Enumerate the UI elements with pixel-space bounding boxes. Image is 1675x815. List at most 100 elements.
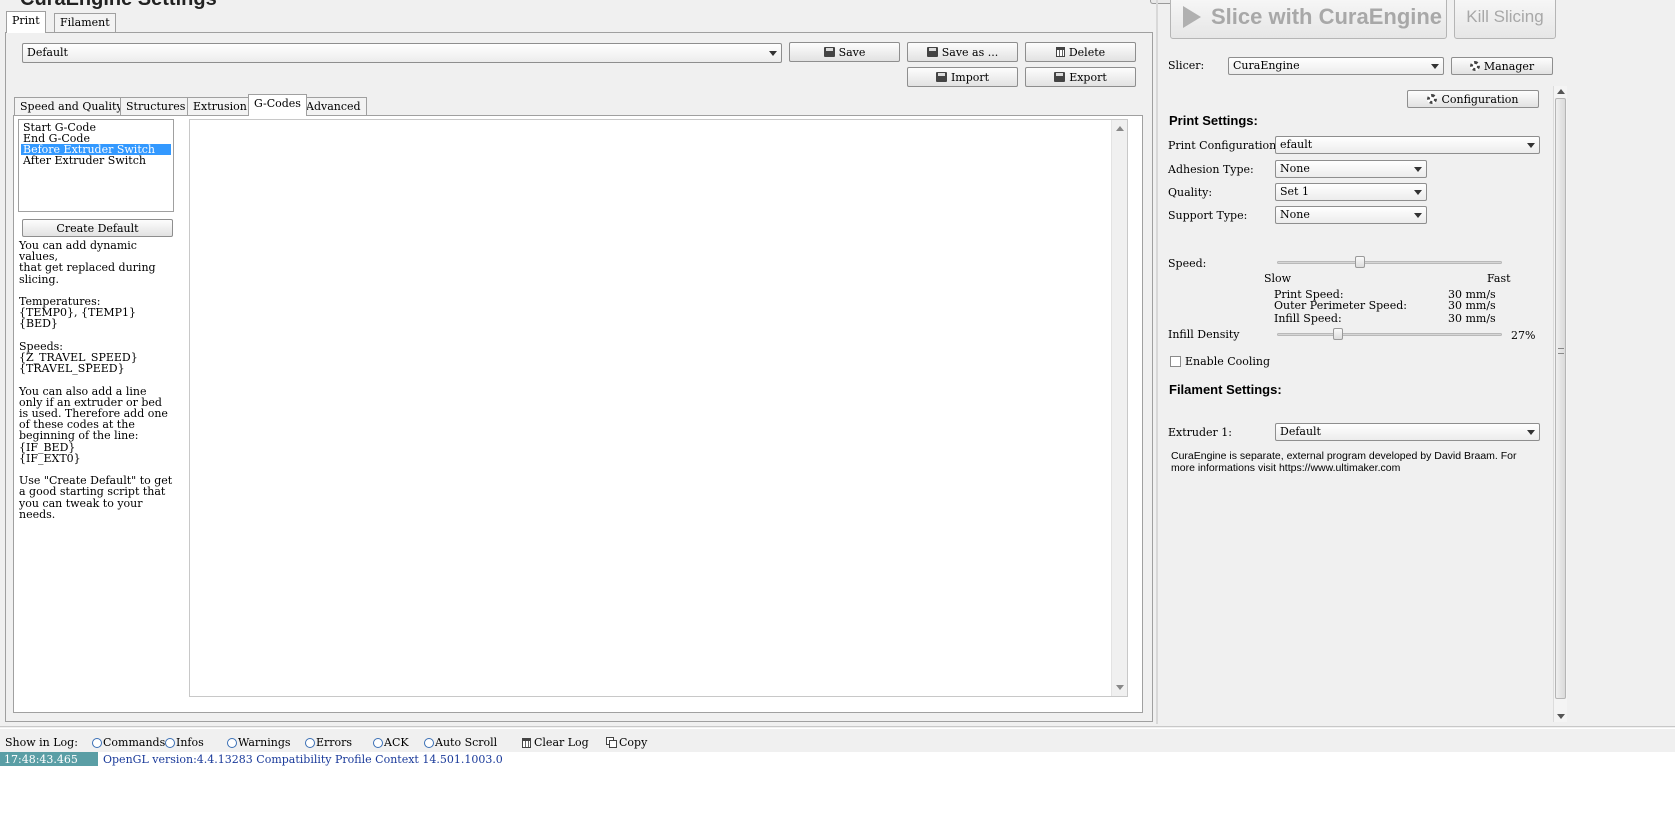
manager-button[interactable]: Manager xyxy=(1451,57,1553,75)
profile-select-value: Default xyxy=(27,46,68,59)
log-entry-text: OpenGL version:4.4.13283 Compatibility P… xyxy=(103,753,503,766)
log-toolbar: Show in Log: Commands Infos Warnings Err… xyxy=(0,732,1675,752)
list-item[interactable]: After Extruder Switch xyxy=(19,155,173,166)
adhesion-label: Adhesion Type: xyxy=(1168,163,1254,176)
gcode-editor[interactable] xyxy=(189,119,1128,697)
speed-fast-label: Fast xyxy=(1487,272,1511,285)
delete-label: Delete xyxy=(1068,45,1106,59)
save-button[interactable]: Save xyxy=(789,42,900,62)
quality-select[interactable]: Set 1 xyxy=(1275,183,1427,201)
log-entry-time: 17:48:43.465 xyxy=(0,752,98,766)
gcode-list[interactable]: Start G-Code End G-Code Before Extruder … xyxy=(18,119,174,212)
kill-slicing-button[interactable]: Kill Slicing xyxy=(1454,0,1556,39)
tab-advanced[interactable]: Advanced xyxy=(300,97,367,117)
play-icon xyxy=(1183,5,1201,28)
chevron-down-icon xyxy=(1414,167,1422,172)
option-label: Infos xyxy=(176,736,204,749)
speed-slider-track[interactable] xyxy=(1277,261,1502,264)
create-default-button[interactable]: Create Default xyxy=(22,219,173,237)
speed-label: Speed: xyxy=(1168,257,1207,270)
log-splitter[interactable] xyxy=(0,726,1675,729)
save-as-button[interactable]: Save as ... xyxy=(907,42,1018,62)
enable-cooling-label: Enable Cooling xyxy=(1185,355,1271,368)
option-label: Commands xyxy=(103,736,166,749)
gear-icon xyxy=(1427,94,1438,104)
tab-g-codes[interactable]: G-Codes xyxy=(248,94,307,116)
checkbox-box[interactable] xyxy=(1170,356,1181,367)
tab-extrusion[interactable]: Extrusion xyxy=(187,97,253,117)
quality-value: Set 1 xyxy=(1280,185,1309,198)
configuration-button[interactable]: Configuration xyxy=(1407,90,1539,108)
copy-button[interactable]: Copy xyxy=(606,736,647,749)
log-view[interactable]: 17:48:43.465 OpenGL version:4.4.13283 Co… xyxy=(0,752,1675,815)
speed-slow-label: Slow xyxy=(1264,272,1292,285)
window-title: CuraEngine Settings xyxy=(20,0,217,11)
show-in-log-label: Show in Log: xyxy=(5,736,78,749)
grip-icon xyxy=(1558,348,1564,354)
log-option-commands[interactable]: Commands xyxy=(92,736,165,749)
copy-icon xyxy=(606,737,617,748)
tab-print[interactable]: Print xyxy=(6,11,46,33)
extruder-value: Default xyxy=(1280,425,1321,438)
enable-cooling-checkbox[interactable]: Enable Cooling xyxy=(1170,355,1270,368)
chevron-down-icon xyxy=(1431,64,1439,69)
log-option-auto-scroll[interactable]: Auto Scroll xyxy=(424,736,497,749)
scroll-down-icon[interactable] xyxy=(1557,714,1565,719)
support-select[interactable]: None xyxy=(1275,206,1427,224)
tab-structures[interactable]: Structures xyxy=(120,97,192,117)
tab-filament[interactable]: Filament xyxy=(54,13,116,33)
option-label: Warnings xyxy=(238,736,291,749)
print-config-value: efault xyxy=(1280,138,1313,151)
import-button[interactable]: Import xyxy=(907,67,1018,87)
clear-log-button[interactable]: Clear Log xyxy=(522,736,589,749)
infill-speed-label: Infill Speed: xyxy=(1274,312,1342,325)
disk-icon xyxy=(926,47,938,57)
chevron-down-icon xyxy=(1414,190,1422,195)
quality-label: Quality: xyxy=(1168,186,1213,199)
save-as-label: Save as ... xyxy=(941,45,999,59)
editor-scrollbar[interactable] xyxy=(1111,120,1127,696)
adhesion-select[interactable]: None xyxy=(1275,160,1427,178)
radio-icon[interactable] xyxy=(305,737,315,748)
infill-density-label: Infill Density xyxy=(1168,328,1240,341)
filament-settings-title: Filament Settings: xyxy=(1169,382,1282,397)
export-button[interactable]: Export xyxy=(1025,67,1136,87)
gear-icon xyxy=(1469,61,1480,71)
option-label: ACK xyxy=(384,736,409,749)
log-option-infos[interactable]: Infos xyxy=(165,736,204,749)
right-panel-scrollbar[interactable] xyxy=(1553,86,1567,722)
scrollbar-thumb[interactable] xyxy=(1555,98,1566,699)
log-option-ack[interactable]: ACK xyxy=(373,736,409,749)
delete-button[interactable]: Delete xyxy=(1025,42,1136,62)
infill-density-track[interactable] xyxy=(1277,333,1502,336)
radio-icon[interactable] xyxy=(165,737,175,748)
radio-icon[interactable] xyxy=(424,737,434,748)
slice-button[interactable]: Slice with CuraEngine xyxy=(1170,0,1447,39)
radio-icon[interactable] xyxy=(373,737,383,748)
scroll-up-icon[interactable] xyxy=(1557,89,1565,94)
speed-slider-handle[interactable] xyxy=(1355,256,1366,268)
option-label: Errors xyxy=(316,736,353,749)
slicer-select[interactable]: CuraEngine xyxy=(1228,57,1444,75)
outer-speed-label: Outer Perimeter Speed: xyxy=(1274,299,1407,312)
log-option-errors[interactable]: Errors xyxy=(305,736,352,749)
option-label: Auto Scroll xyxy=(435,736,498,749)
print-config-select[interactable]: efault xyxy=(1275,136,1540,154)
profile-select[interactable]: Default xyxy=(22,43,782,63)
disk-icon xyxy=(823,47,835,57)
copy-label: Copy xyxy=(619,736,648,749)
export-label: Export xyxy=(1069,70,1107,84)
scroll-down-icon[interactable] xyxy=(1116,685,1124,690)
trash-icon xyxy=(1055,47,1065,57)
chevron-down-icon xyxy=(1414,213,1422,218)
radio-icon[interactable] xyxy=(92,737,102,748)
infill-density-handle[interactable] xyxy=(1332,328,1343,340)
radio-icon[interactable] xyxy=(227,737,237,748)
log-option-warnings[interactable]: Warnings xyxy=(227,736,291,749)
scroll-up-icon[interactable] xyxy=(1116,126,1124,131)
manager-label: Manager xyxy=(1483,59,1535,73)
splitter[interactable] xyxy=(1156,0,1158,724)
trash-icon xyxy=(522,737,531,748)
extruder-select[interactable]: Default xyxy=(1275,423,1540,441)
tab-speed-and-quality[interactable]: Speed and Quality xyxy=(14,97,129,117)
